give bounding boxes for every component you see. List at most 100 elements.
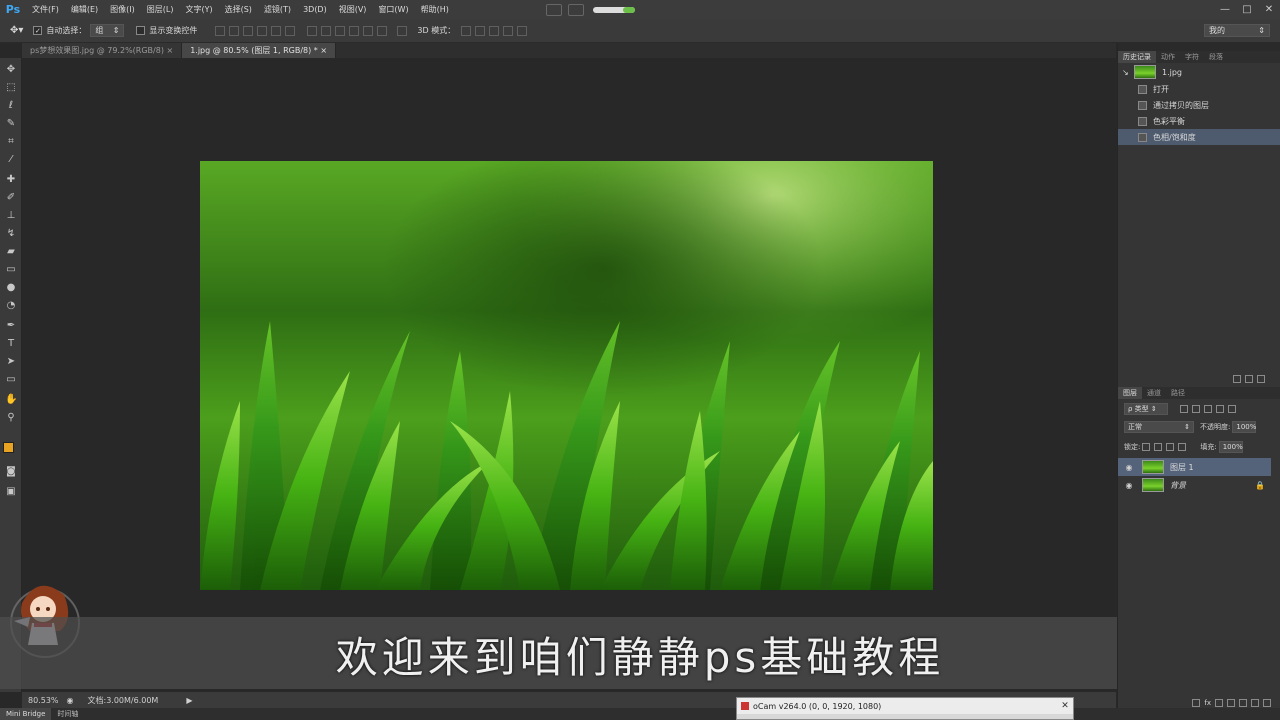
zoom-tool-icon[interactable]: ⚲ <box>5 412 17 424</box>
tab-actions[interactable]: 动作 <box>1156 51 1180 63</box>
eyedropper-tool-icon[interactable]: ⁄ <box>5 154 17 166</box>
history-snapshot[interactable]: ↘ 1.jpg <box>1118 63 1280 81</box>
move-tool-icon[interactable]: ✥ <box>5 64 17 76</box>
eraser-tool-icon[interactable]: ▰ <box>5 246 17 258</box>
dodge-tool-icon[interactable]: ◔ <box>5 300 17 312</box>
fx-icon[interactable]: fx <box>1204 699 1211 707</box>
3d-scale-icon[interactable] <box>517 25 528 36</box>
layer-row[interactable]: ◉ 图层 1 <box>1118 458 1271 476</box>
adjustment-layer-icon[interactable] <box>1227 699 1235 707</box>
show-transform-checkbox[interactable] <box>136 26 146 35</box>
3d-pan-icon[interactable] <box>489 25 500 36</box>
menu-3d[interactable]: 3D(D) <box>297 5 333 14</box>
tab-history[interactable]: 历史记录 <box>1118 51 1156 63</box>
filter-smart-icon[interactable] <box>1228 405 1236 413</box>
mini-bridge-icon[interactable] <box>567 3 584 16</box>
filter-pixel-icon[interactable] <box>1180 405 1188 413</box>
brush-tool-icon[interactable]: ✐ <box>5 192 17 204</box>
lock-transparency-icon[interactable] <box>1142 443 1151 451</box>
tab-paragraph[interactable]: 段落 <box>1204 51 1228 63</box>
3d-roll-icon[interactable] <box>475 25 486 36</box>
crop-tool-icon[interactable]: ⌗ <box>5 136 17 148</box>
quick-mask-icon[interactable]: ◙ <box>5 466 17 478</box>
history-item[interactable]: 色彩平衡 <box>1118 113 1280 129</box>
delete-layer-icon[interactable] <box>1263 699 1271 707</box>
distribute-hcenter-icon[interactable] <box>363 25 374 36</box>
align-vcenter-icon[interactable] <box>229 25 240 36</box>
move-tool-icon[interactable]: ✥▾ <box>10 25 23 36</box>
filter-adjustment-icon[interactable] <box>1192 405 1200 413</box>
tab-character[interactable]: 字符 <box>1180 51 1204 63</box>
link-layers-icon[interactable] <box>1192 699 1201 707</box>
gradient-tool-icon[interactable]: ▭ <box>5 264 17 276</box>
distribute-right-icon[interactable] <box>377 25 388 36</box>
workspace-dropdown[interactable]: 我的 ⇕ <box>1204 24 1270 37</box>
new-layer-icon[interactable] <box>1251 699 1259 707</box>
tab-channels[interactable]: 通道 <box>1142 387 1166 399</box>
snapshot-icon[interactable] <box>1245 375 1253 383</box>
new-group-icon[interactable] <box>1239 699 1247 707</box>
foreground-color-swatch[interactable] <box>3 442 14 453</box>
lock-pixels-icon[interactable] <box>1154 443 1163 451</box>
distribute-bottom-icon[interactable] <box>335 25 346 36</box>
auto-select-checkbox[interactable]: ✓ <box>33 26 43 35</box>
new-document-from-state-icon[interactable] <box>1233 375 1241 383</box>
menu-file[interactable]: 文件(F) <box>26 4 65 15</box>
visibility-eye-icon[interactable]: ◉ <box>1122 481 1136 490</box>
marquee-tool-icon[interactable]: ⬚ <box>5 82 17 94</box>
shape-tool-icon[interactable]: ▭ <box>5 374 17 386</box>
status-expand-icon[interactable]: ▶ <box>186 696 192 705</box>
healing-brush-tool-icon[interactable]: ✚ <box>5 174 17 186</box>
lock-all-icon[interactable] <box>1178 443 1187 451</box>
screen-mode-icon[interactable]: ▣ <box>5 486 17 498</box>
align-left-icon[interactable] <box>257 25 268 36</box>
quick-select-tool-icon[interactable]: ✎ <box>5 118 17 130</box>
minimize-button[interactable]: — <box>1214 4 1236 15</box>
menu-edit[interactable]: 编辑(E) <box>65 4 104 15</box>
fill-input[interactable]: 100% <box>1218 441 1243 453</box>
history-item[interactable]: 打开 <box>1118 81 1280 97</box>
menu-select[interactable]: 选择(S) <box>219 4 258 15</box>
history-brush-tool-icon[interactable]: ↯ <box>5 228 17 240</box>
menu-image[interactable]: 图像(I) <box>104 4 141 15</box>
layer-row[interactable]: ◉ 背景 🔒 <box>1118 476 1271 494</box>
distribute-vcenter-icon[interactable] <box>321 25 332 36</box>
tab-mini-bridge[interactable]: Mini Bridge <box>0 708 52 720</box>
add-mask-icon[interactable] <box>1215 699 1223 707</box>
clone-stamp-tool-icon[interactable]: ⊥ <box>5 210 17 222</box>
menu-window[interactable]: 窗口(W) <box>372 4 414 15</box>
align-hcenter-icon[interactable] <box>271 25 282 36</box>
zoom-level[interactable]: 80.53% <box>28 696 59 705</box>
close-tab-icon[interactable]: × <box>167 46 174 55</box>
ocam-titlebar[interactable]: oCam v264.0 (0, 0, 1920, 1080) ✕ <box>737 698 1073 714</box>
ocam-window[interactable]: oCam v264.0 (0, 0, 1920, 1080) ✕ <box>736 697 1074 720</box>
align-right-icon[interactable] <box>285 25 296 36</box>
distribute-left-icon[interactable] <box>349 25 360 36</box>
path-select-tool-icon[interactable]: ➤ <box>5 356 17 368</box>
hand-tool-icon[interactable]: ✋ <box>5 394 17 406</box>
pen-tool-icon[interactable]: ✒ <box>5 320 17 332</box>
history-item-selected[interactable]: 色相/饱和度 <box>1118 129 1280 145</box>
filter-shape-icon[interactable] <box>1216 405 1224 413</box>
blur-tool-icon[interactable]: ● <box>5 282 17 294</box>
filter-type-icon[interactable] <box>1204 405 1212 413</box>
close-tab-icon[interactable]: × <box>320 46 327 55</box>
blend-mode-dropdown[interactable]: 正常 ⇕ <box>1124 421 1194 433</box>
layer-filter-dropdown[interactable]: ρ 类型 ⇕ <box>1124 403 1168 415</box>
lock-position-icon[interactable] <box>1166 443 1175 451</box>
menu-filter[interactable]: 滤镜(T) <box>258 4 297 15</box>
tab-timeline[interactable]: 时间轴 <box>51 708 84 720</box>
type-tool-icon[interactable]: T <box>5 338 17 350</box>
tab-1-jpg[interactable]: 1.jpg @ 80.5% (图层 1, RGB/8) * × <box>182 43 337 58</box>
maximize-button[interactable]: □ <box>1236 4 1258 15</box>
3d-slide-icon[interactable] <box>503 25 514 36</box>
lasso-tool-icon[interactable]: ℓ <box>5 100 17 112</box>
close-button[interactable]: ✕ <box>1258 4 1280 15</box>
menu-layer[interactable]: 图层(L) <box>141 4 180 15</box>
align-top-icon[interactable] <box>215 25 226 36</box>
menu-type[interactable]: 文字(Y) <box>179 4 218 15</box>
align-bottom-icon[interactable] <box>243 25 254 36</box>
tab-ps-dream[interactable]: ps梦想效果图.jpg @ 79.2%(RGB/8) × <box>22 43 183 58</box>
3d-rotate-icon[interactable] <box>461 25 472 36</box>
grass-photo[interactable] <box>200 161 933 590</box>
